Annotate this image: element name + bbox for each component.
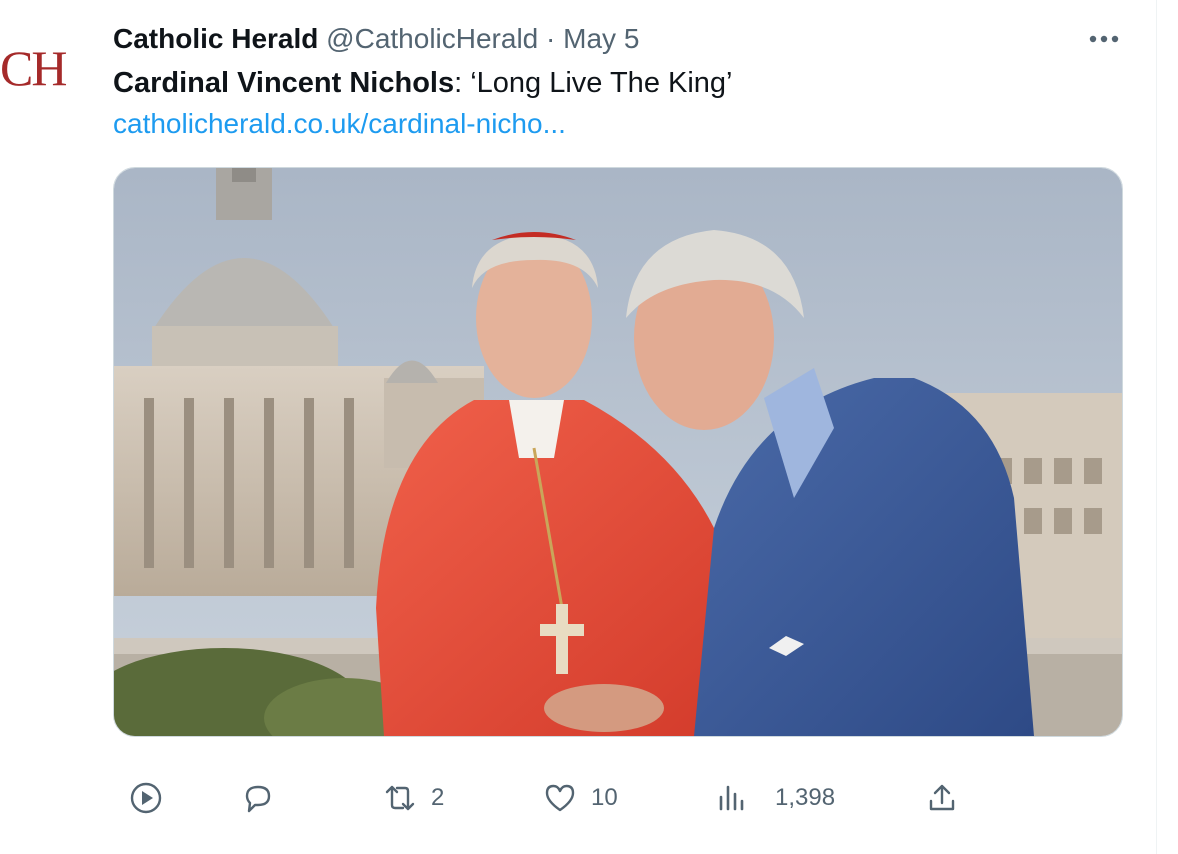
like-button[interactable]: 10 — [543, 770, 618, 826]
tweet-link[interactable]: catholicherald.co.uk/cardinal-nicho... — [113, 107, 566, 141]
tweet-text: Cardinal Vincent Nichols: ‘Long Live The… — [113, 65, 732, 101]
tweet-text-rest: : ‘Long Live The King’ — [454, 67, 733, 99]
timeline-divider — [1156, 0, 1157, 854]
retweet-icon — [383, 781, 417, 815]
heart-icon — [543, 781, 577, 815]
like-count: 10 — [591, 784, 618, 811]
header-separator: · — [546, 23, 556, 54]
author-handle[interactable]: @CatholicHerald — [326, 23, 538, 54]
play-button[interactable] — [129, 770, 163, 826]
tweet-date[interactable]: May 5 — [563, 23, 639, 54]
author-name[interactable]: Catholic Herald — [113, 23, 318, 54]
reply-icon — [241, 781, 275, 815]
tweet-header: Catholic Herald @CatholicHerald · May 5 — [113, 22, 639, 56]
analytics-icon — [715, 781, 749, 815]
avatar-text: CH — [0, 40, 67, 96]
avatar[interactable]: CH — [0, 38, 90, 98]
play-circle-icon — [129, 781, 163, 815]
views-button[interactable]: 1,398 — [715, 770, 835, 826]
more-options-button[interactable] — [1084, 22, 1124, 56]
tweet-photo[interactable] — [113, 167, 1123, 737]
photo-image — [114, 168, 1122, 736]
more-icon — [1089, 35, 1119, 43]
tweet-actions: 2 10 1,398 — [113, 770, 993, 826]
share-icon — [925, 781, 959, 815]
retweet-button[interactable]: 2 — [383, 770, 444, 826]
share-button[interactable] — [925, 770, 959, 826]
retweet-count: 2 — [431, 784, 445, 811]
reply-button[interactable] — [241, 770, 275, 826]
views-count: 1,398 — [775, 784, 836, 811]
tweet-text-bold: Cardinal Vincent Nichols — [113, 67, 455, 99]
